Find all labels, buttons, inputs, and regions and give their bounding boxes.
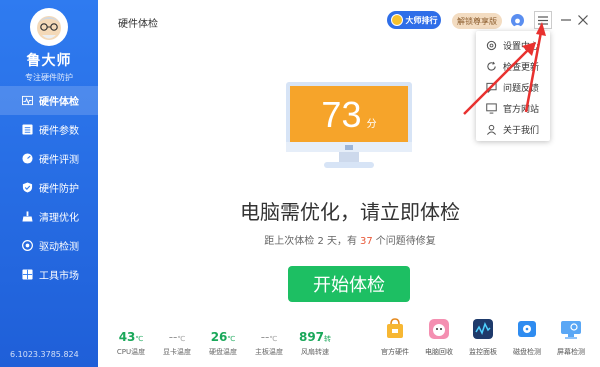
- version-label: 6.1023.3785.824: [10, 350, 79, 359]
- stat-unit: ℃: [177, 335, 186, 343]
- sidebar-item-driver-check[interactable]: 驱动检测: [0, 231, 98, 260]
- shopping-bag-icon: [387, 318, 403, 338]
- app-logo: 鲁大师 专注硬件防护: [0, 8, 98, 83]
- sidebar-nav: 硬件体检 硬件参数 硬件评测 硬件防护 清理优化 驱动检测 工具市场: [0, 86, 98, 289]
- shield-icon: [22, 182, 33, 193]
- sidebar-item-label: 硬件防护: [39, 184, 79, 195]
- stat-unit: ℃: [269, 335, 278, 343]
- medal-icon: [390, 14, 403, 26]
- stat-value: 43: [118, 330, 136, 344]
- list-icon: [22, 124, 33, 135]
- last-check-suffix: 个问题待修复: [375, 236, 436, 247]
- sidebar-item-label: 硬件体检: [39, 97, 79, 108]
- sidebar-item-label: 工具市场: [39, 271, 79, 282]
- vip-button[interactable]: 解锁尊享版: [452, 13, 502, 29]
- sidebar-item-label: 清理优化: [39, 213, 79, 224]
- sidebar-item-tool-market[interactable]: 工具市场: [0, 260, 98, 289]
- tool-label: 官方硬件: [381, 348, 409, 356]
- issue-count: 37: [360, 236, 373, 247]
- sidebar-item-label: 硬件评测: [39, 155, 79, 166]
- tool-monitor-panel[interactable]: 监控面板: [461, 318, 505, 357]
- sidebar-item-label: 硬件参数: [39, 126, 79, 137]
- menu-item-label: 关于我们: [503, 126, 540, 136]
- sidebar-item-cleanup[interactable]: 清理优化: [0, 202, 98, 231]
- page-title: 硬件体检: [118, 19, 158, 30]
- last-check-prefix: 距上次体检 2 天，有: [264, 236, 357, 247]
- tool-screen-check[interactable]: 屏幕检测: [549, 318, 593, 357]
- sidebar-item-label: 驱动检测: [39, 242, 79, 253]
- stat-unit: ℃: [227, 335, 236, 343]
- tool-official-hardware[interactable]: 官方硬件: [373, 318, 417, 357]
- gear-icon: [22, 240, 33, 251]
- tool-recycle[interactable]: 电脑回收: [417, 318, 461, 357]
- rank-button-label: 大师排行: [405, 15, 438, 25]
- stat-unit: 转: [324, 335, 332, 343]
- tool-shortcuts: 官方硬件 电脑回收 监控面板 磁盘检测 屏幕检测: [373, 318, 595, 358]
- app-name: 鲁大师: [26, 53, 72, 69]
- last-check-info: 距上次体检 2 天，有 37 个问题待修复: [150, 232, 550, 247]
- sidebar-item-hardware-check[interactable]: 硬件体检: [0, 86, 98, 115]
- stat-label: 风扇转速: [301, 348, 329, 356]
- stat-fan-speed: 897转 风扇转速: [292, 326, 338, 357]
- stat-unit: ℃: [135, 335, 144, 343]
- minimize-icon[interactable]: [560, 14, 572, 26]
- stat-cpu-temp: 43℃ CPU温度: [108, 326, 154, 357]
- gauge-icon: [22, 153, 33, 164]
- chart-panel-icon: [473, 319, 493, 339]
- headline: 电脑需优化，请立即体检: [240, 200, 460, 224]
- tool-label: 磁盘检测: [513, 348, 541, 356]
- tool-disk-check[interactable]: 磁盘检测: [505, 318, 549, 357]
- pulse-icon: [22, 95, 33, 106]
- mascot-icon: [30, 8, 68, 46]
- tool-label: 屏幕检测: [557, 348, 585, 356]
- screen-icon: [561, 321, 581, 339]
- app-tagline: 专注硬件防护: [25, 73, 73, 82]
- rank-button[interactable]: 大师排行: [387, 11, 441, 29]
- sidebar-item-hardware-params[interactable]: 硬件参数: [0, 115, 98, 144]
- stat-disk-temp: 26℃ 硬盘温度: [200, 326, 246, 357]
- sidebar-item-hardware-protection[interactable]: 硬件防护: [0, 173, 98, 202]
- score-value: 73: [321, 94, 362, 135]
- stat-label: CPU温度: [116, 348, 146, 356]
- score-display: 73 分: [286, 94, 412, 136]
- score-monitor: 73 分: [286, 82, 412, 170]
- sidebar-item-hardware-benchmark[interactable]: 硬件评测: [0, 144, 98, 173]
- grid-icon: [22, 269, 33, 280]
- annotation-arrow-to-settings: [463, 42, 536, 115]
- tool-label: 电脑回收: [425, 348, 453, 356]
- piggy-icon: [429, 319, 449, 339]
- close-icon[interactable]: [577, 14, 589, 26]
- stat-value: 897: [298, 330, 325, 344]
- score-unit: 分: [366, 119, 377, 130]
- stat-label: 硬盘温度: [209, 348, 237, 356]
- stat-board-temp: --℃ 主板温度: [246, 326, 292, 357]
- stat-label: 主板温度: [255, 348, 283, 356]
- disk-icon: [518, 321, 536, 337]
- menu-item-about[interactable]: 关于我们: [476, 119, 550, 140]
- stat-value: 26: [210, 330, 228, 344]
- tool-label: 监控面板: [469, 348, 497, 356]
- user-icon: [486, 124, 497, 135]
- stat-label: 显卡温度: [163, 348, 191, 356]
- sidebar: 鲁大师 专注硬件防护 硬件体检 硬件参数 硬件评测 硬件防护 清理优化 驱动检测: [0, 0, 98, 367]
- start-check-button[interactable]: 开始体检: [288, 266, 410, 302]
- stat-gpu-temp: --℃ 显卡温度: [154, 326, 200, 357]
- broom-icon: [22, 211, 33, 222]
